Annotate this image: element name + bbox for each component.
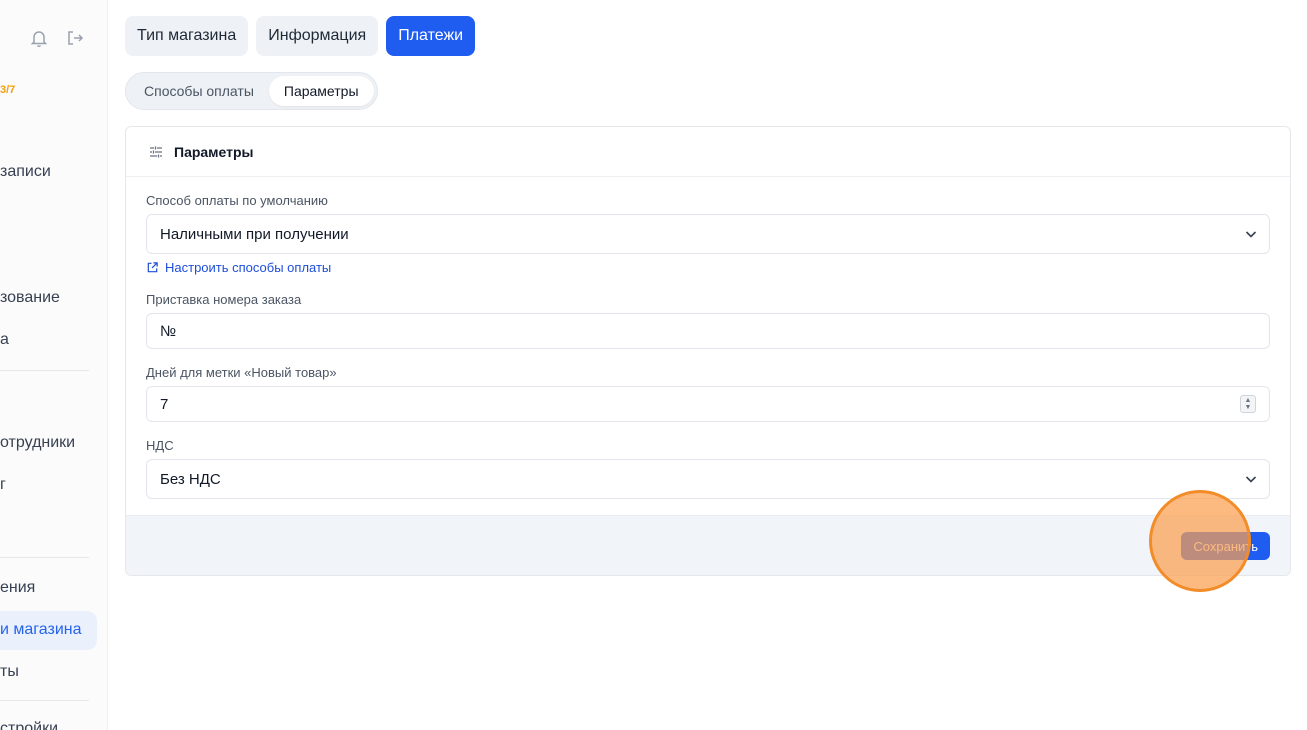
sidebar-divider [0,700,89,701]
logout-icon[interactable] [65,28,85,48]
number-stepper[interactable]: ▲ ▼ [1240,395,1256,413]
sliders-icon [150,146,162,157]
card-title: Параметры [174,143,254,160]
sidebar-item-a[interactable]: а [0,331,9,349]
tab-payments[interactable]: Платежи [386,16,476,56]
sidebar-item-g[interactable]: г [0,476,6,494]
subtab-payment-methods[interactable]: Способы оплаты [129,76,269,106]
top-tabs: Тип магазина Информация Платежи [125,16,476,56]
new-product-days-value: 7 [160,395,169,413]
sidebar-item-notifications[interactable]: ения [0,579,35,597]
sidebar-divider [0,557,89,558]
card-header: Параметры [126,127,1290,177]
new-product-days-input[interactable]: 7 ▲ ▼ [146,386,1270,422]
progress-badge: 3/7 [0,84,16,96]
stepper-up-icon: ▲ [1244,397,1252,404]
card-footer: Сохранить [126,515,1290,575]
chevron-down-icon [1245,231,1257,238]
stepper-down-icon: ▼ [1244,404,1252,411]
sidebar-divider [0,370,89,371]
payment-method-select[interactable]: Наличными при получении [146,214,1270,254]
sidebar-item-ty[interactable]: ты [0,663,19,681]
configure-payment-methods-link[interactable]: Настроить способы оплаты [146,260,331,275]
sidebar-item-settings[interactable]: стройки [0,720,58,730]
parameters-card: Параметры Способ оплаты по умолчанию Нал… [125,126,1291,576]
new-product-days-label: Дней для метки «Новый товар» [146,365,337,380]
sidebar-item-employees[interactable]: отрудники [0,434,75,452]
sub-tabs: Способы оплаты Параметры [125,72,378,110]
vat-select[interactable]: Без НДС [146,459,1270,499]
order-prefix-input[interactable]: № [146,313,1270,349]
tab-store-type[interactable]: Тип магазина [125,16,249,56]
bell-icon[interactable] [29,28,49,48]
vat-value: Без НДС [160,470,221,488]
sidebar: 3/7 записи зование а отрудники г ения и … [0,0,108,730]
external-link-icon [147,262,158,273]
tab-information[interactable]: Информация [256,16,379,56]
subtab-parameters[interactable]: Параметры [268,76,374,106]
chevron-down-icon [1245,476,1257,483]
configure-link-label: Настроить способы оплаты [165,260,332,275]
vat-label: НДС [146,438,174,453]
payment-method-label: Способ оплаты по умолчанию [146,193,328,208]
order-prefix-label: Приставка номера заказа [146,292,302,307]
sidebar-item-usage[interactable]: зование [0,289,60,307]
sidebar-item-records[interactable]: записи [0,163,51,181]
payment-method-value: Наличными при получении [160,225,349,243]
save-button[interactable]: Сохранить [1181,532,1270,560]
sidebar-item-store-settings[interactable]: и магазина [0,621,82,639]
order-prefix-value: № [160,322,177,340]
